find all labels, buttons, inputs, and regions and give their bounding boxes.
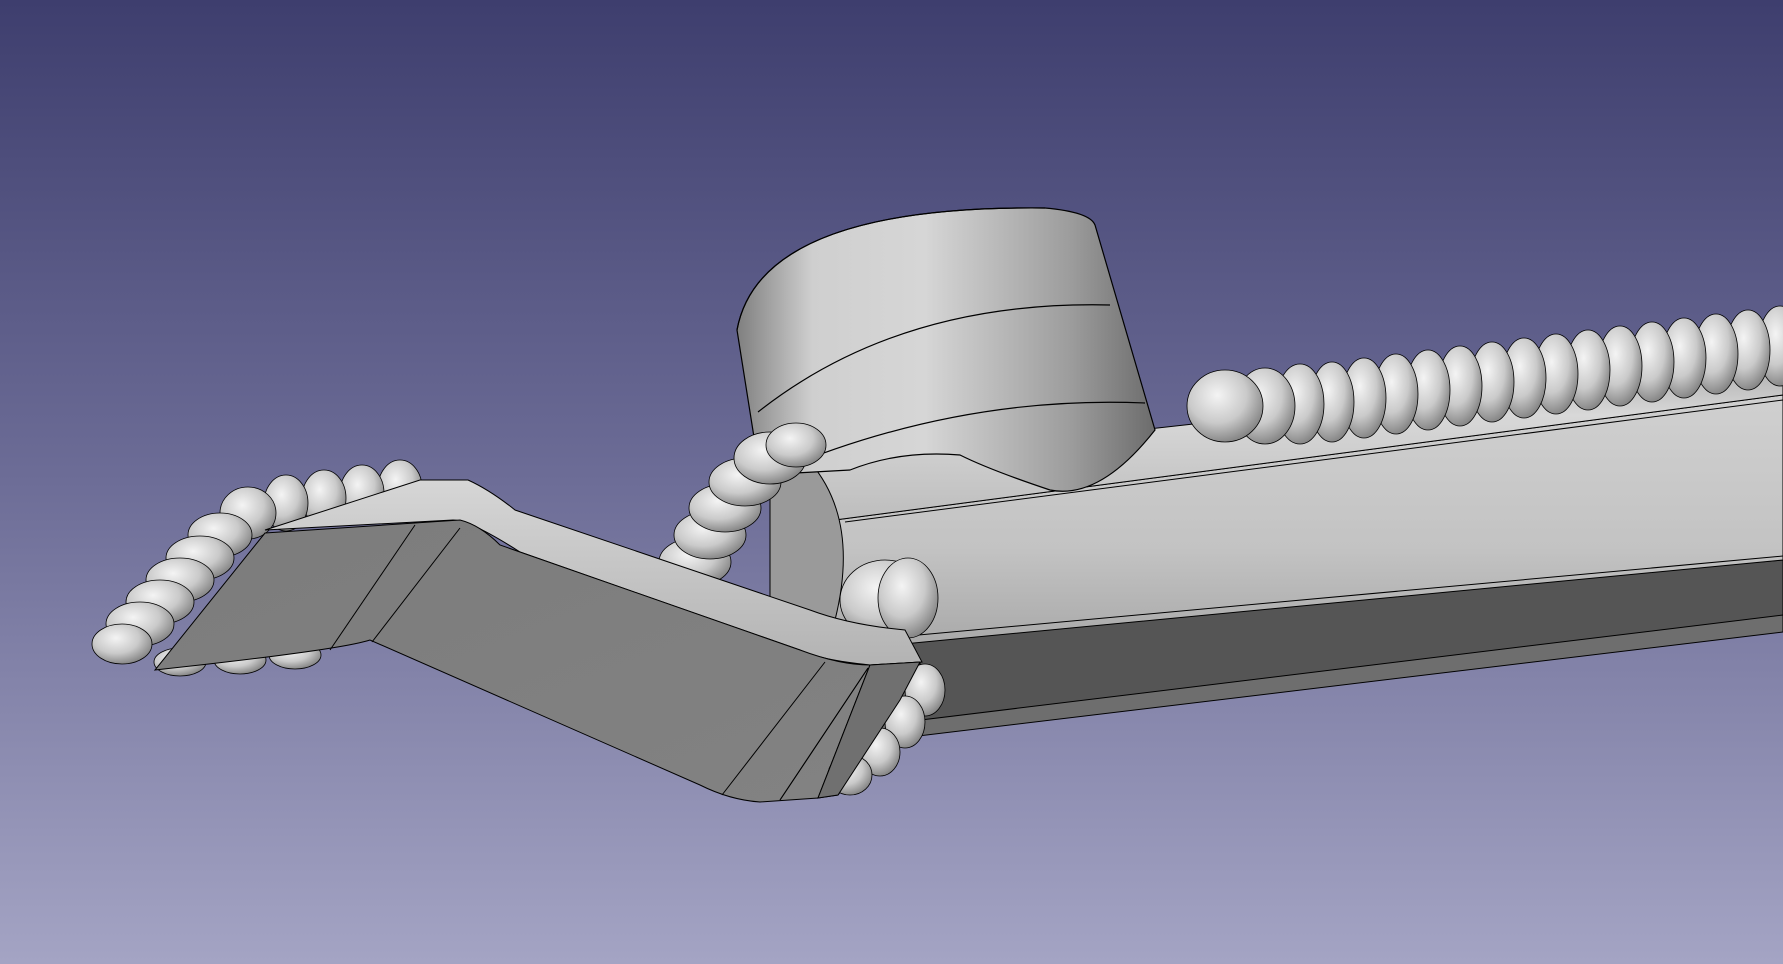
model-view[interactable] — [0, 0, 1783, 964]
3d-viewport[interactable] — [0, 0, 1783, 964]
